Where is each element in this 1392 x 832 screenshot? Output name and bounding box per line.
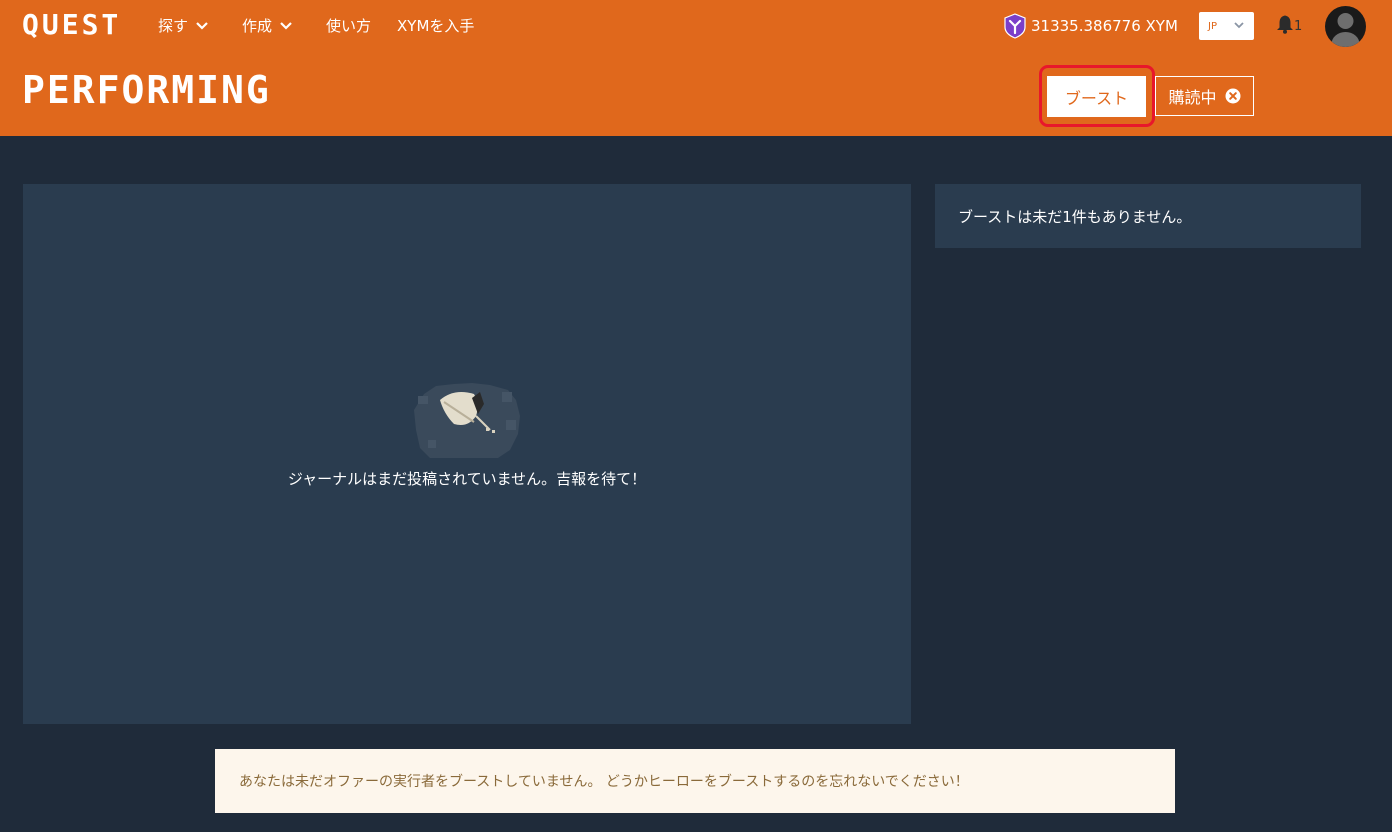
boost-empty-message: ブーストは未だ1件もありません。 [958,207,1192,226]
xym-icon [1003,13,1027,39]
language-value: JP [1208,20,1217,32]
notifications-button[interactable]: 1 [1276,14,1302,38]
notice-message: あなたは未だオファーの実行者をブーストしていません。 どうかヒーローをブーストす… [239,774,969,790]
xym-balance[interactable]: 31335.386776 XYM [1003,12,1178,40]
close-circle-icon [1225,88,1241,104]
nav-explore[interactable]: 探す [158,14,208,38]
nav-get-xym-label: XYMを入手 [397,17,475,35]
feather-quill-icon [410,380,522,460]
avatar[interactable] [1325,6,1366,47]
subscribed-label: 購読中 [1168,88,1217,107]
language-select[interactable]: JP [1199,12,1254,40]
nav-how-to[interactable]: 使い方 [326,14,371,38]
chevron-down-icon [280,22,292,30]
page-title: PERFORMING [22,68,271,112]
bell-icon [1276,14,1294,38]
avatar-icon [1331,13,1360,47]
chevron-down-icon [196,22,208,30]
nav-create-label: 作成 [242,17,273,35]
subscribed-button[interactable]: 購読中 [1155,76,1254,116]
journal-empty-message: ジャーナルはまだ投稿されていません。吉報を待て！ [287,470,647,488]
boost-reminder-notice: あなたは未だオファーの実行者をブーストしていません。 どうかヒーローをブーストす… [215,749,1175,813]
nav-how-to-label: 使い方 [326,17,372,35]
top-header: QUEST 探す 作成 使い方 XYMを入手 31335.386776 XYM … [0,0,1392,136]
chevron-down-icon [1234,21,1244,32]
boost-button[interactable]: ブースト [1047,76,1146,117]
nav-get-xym[interactable]: XYMを入手 [397,14,474,38]
boost-list-panel: ブーストは未だ1件もありません。 [935,184,1361,248]
quest-logo[interactable]: QUEST [22,8,121,41]
nav-create[interactable]: 作成 [242,14,292,38]
notification-count: 1 [1294,18,1303,34]
balance-amount: 31335.386776 XYM [1031,17,1178,35]
nav-explore-label: 探す [158,17,189,35]
